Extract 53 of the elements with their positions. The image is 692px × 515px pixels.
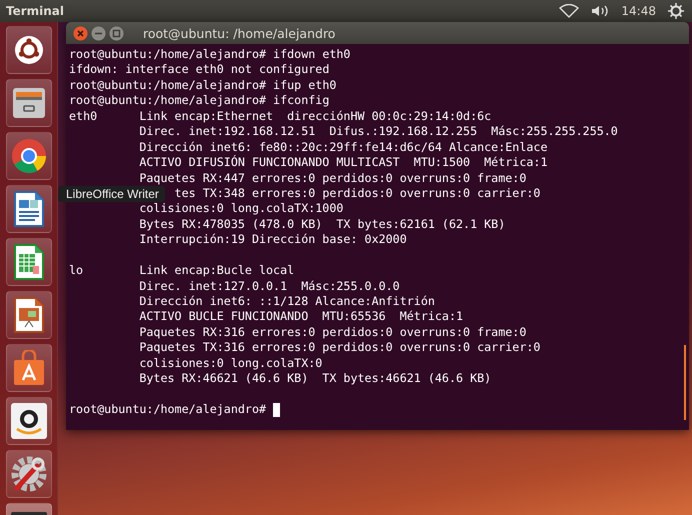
file-cabinet-icon bbox=[12, 87, 46, 119]
interface-name: eth0 bbox=[69, 108, 98, 124]
window-title: root@ubuntu: /home/alejandro bbox=[143, 26, 336, 40]
terminal-line: Bytes RX:478035 (478.0 KB) TX bytes:62161 (62.1 KB) bbox=[139, 216, 506, 232]
terminal-line: Paquetes RX:316 errores:0 perdidos:0 overruns:0 frame:0 bbox=[139, 324, 526, 340]
terminal-line: Bytes RX:46621 (46.6 KB) TX bytes:46621 (46.6 KB) bbox=[139, 371, 492, 387]
power-icon[interactable] bbox=[668, 3, 684, 19]
ubuntu-logo-icon bbox=[14, 35, 44, 65]
app-title: Terminal bbox=[6, 4, 64, 18]
terminal-line: root@ubuntu:/home/alejandro# ifdown eth0 bbox=[69, 47, 350, 62]
terminal-line: Interrupción:19 Dirección base: 0x2000 bbox=[139, 232, 407, 248]
terminal-line: ifdown: interface eth0 not configured bbox=[69, 62, 330, 78]
terminal-line: Dirección inet6: ::1/128 Alcance:Anfitrión bbox=[139, 294, 435, 310]
shopping-bag-icon bbox=[12, 350, 46, 386]
close-icon[interactable] bbox=[73, 26, 88, 40]
cursor bbox=[273, 402, 280, 417]
settings-icon bbox=[10, 455, 48, 493]
terminal-line: root@ubuntu:/home/alejandro# ifup eth0 bbox=[69, 78, 336, 94]
shopping-smile-icon bbox=[10, 403, 46, 439]
terminal-line: tes TX:348 errores:0 perdidos:0 overruns:0 carrier:0 bbox=[174, 186, 540, 202]
launcher-item[interactable] bbox=[6, 79, 52, 127]
wifi-icon[interactable] bbox=[559, 4, 580, 18]
launcher-item[interactable] bbox=[6, 132, 52, 180]
terminal-line: Direc. inet:127.0.0.1 Másc:255.0.0.0 bbox=[139, 278, 400, 294]
tooltip: LibreOffice Writer bbox=[58, 186, 165, 202]
launcher-item[interactable] bbox=[6, 185, 52, 233]
terminal-line: Paquetes TX:316 errores:0 perdidos:0 overruns:0 carrier:0 bbox=[139, 340, 540, 356]
launcher-item[interactable] bbox=[6, 26, 52, 74]
browser-icon bbox=[10, 138, 46, 174]
terminal-line: colisiones:0 long.colaTX:1000 bbox=[139, 201, 344, 217]
terminal-line: colisiones:0 long.colaTX:0 bbox=[139, 356, 322, 372]
terminal-line: ACTIVO BUCLE FUNCIONANDO MTU:65536 Métrica:1 bbox=[139, 309, 464, 325]
launcher-item[interactable] bbox=[6, 291, 52, 339]
terminal-line: root@ubuntu:/home/alejandro# ifconfig bbox=[69, 93, 330, 109]
prompt: root@ubuntu:/home/alejandro# bbox=[69, 402, 266, 418]
clock[interactable]: 14:48 bbox=[621, 4, 656, 18]
volume-icon[interactable] bbox=[591, 4, 610, 18]
terminal-line: Paquetes RX:447 errores:0 perdidos:0 overruns:0 frame:0 bbox=[139, 170, 526, 186]
terminal-line: Link encap:Bucle local bbox=[139, 263, 294, 279]
presentation-icon bbox=[14, 297, 44, 333]
maximize-icon[interactable] bbox=[109, 26, 124, 40]
spreadsheet-icon bbox=[14, 244, 44, 280]
launcher-item[interactable] bbox=[6, 397, 52, 445]
interface-name: lo bbox=[69, 263, 84, 279]
launcher-item[interactable] bbox=[6, 238, 52, 286]
terminal-line: Direc. inet:192.168.12.51 Difus.:192.168.12.255 Másc:255.255.255.0 bbox=[139, 124, 618, 140]
launcher-item[interactable] bbox=[6, 450, 52, 498]
terminal-line: ACTIVO DIFUSIÓN FUNCIONANDO MULTICAST MTU:1500 Métrica:1 bbox=[139, 155, 548, 171]
terminal-line: Link encap:Ethernet direcciónHW 00:0c:29:14:0d:6c bbox=[139, 108, 492, 124]
launcher-item[interactable] bbox=[6, 344, 52, 392]
minimize-icon[interactable] bbox=[91, 26, 106, 40]
document-icon bbox=[14, 191, 44, 227]
terminal-line: Dirección inet6: fe80::20c:29ff:fe14:d6c/64 Alcance:Enlace bbox=[139, 140, 548, 155]
